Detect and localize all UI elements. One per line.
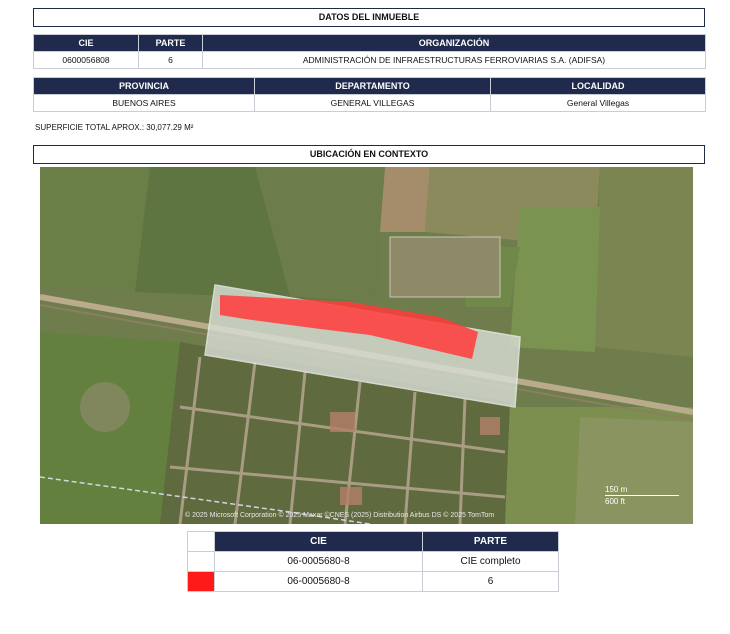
cell-localidad: General Villegas [490, 94, 706, 112]
legend-row-parte: 6 [422, 571, 559, 592]
cell-provincia: BUENOS AIRES [33, 94, 255, 112]
superficie-total: SUPERFICIE TOTAL APROX.: 30,077.29 M² [35, 123, 194, 132]
contexto-title: UBICACIÓN EN CONTEXTO [33, 145, 705, 164]
cell-organizacion: ADMINISTRACIÓN DE INFRAESTRUCTURAS FERRO… [202, 51, 706, 69]
header-cie: CIE [33, 34, 139, 52]
legend-swatch-red [187, 571, 215, 592]
cell-cie: 0600056808 [33, 51, 139, 69]
header-departamento: DEPARTAMENTO [254, 77, 491, 95]
header-localidad: LOCALIDAD [490, 77, 706, 95]
datos-title: DATOS DEL INMUEBLE [33, 8, 705, 27]
legend-row-parte: CIE completo [422, 551, 559, 572]
legend-header-parte: PARTE [422, 531, 559, 552]
legend-swatch-white [187, 551, 215, 572]
header-organizacion: ORGANIZACIÓN [202, 34, 706, 52]
legend-header-cie: CIE [214, 531, 423, 552]
legend-swatch-header [187, 531, 215, 552]
map-attribution: © 2025 Microsoft Corporation © 2025 Maxa… [185, 512, 495, 519]
legend-row-cie: 06-0005680-8 [214, 571, 423, 592]
scale-m: 150 m [605, 485, 628, 494]
cell-parte: 6 [138, 51, 203, 69]
header-provincia: PROVINCIA [33, 77, 255, 95]
scale-ft: 600 ft [605, 497, 626, 506]
header-parte: PARTE [138, 34, 203, 52]
scale-bar: 150 m 600 ft [605, 485, 685, 515]
ubicacion-table: PROVINCIA DEPARTAMENTO LOCALIDAD BUENOS … [33, 77, 706, 112]
datos-table: CIE PARTE ORGANIZACIÓN 0600056808 6 ADMI… [33, 34, 706, 69]
legend-table: CIE PARTE 06-0005680-8 CIE completo 06-0… [187, 531, 559, 592]
cell-departamento: GENERAL VILLEGAS [254, 94, 491, 112]
legend-row-cie: 06-0005680-8 [214, 551, 423, 572]
aerial-map[interactable]: © 2025 Microsoft Corporation © 2025 Maxa… [40, 167, 693, 524]
